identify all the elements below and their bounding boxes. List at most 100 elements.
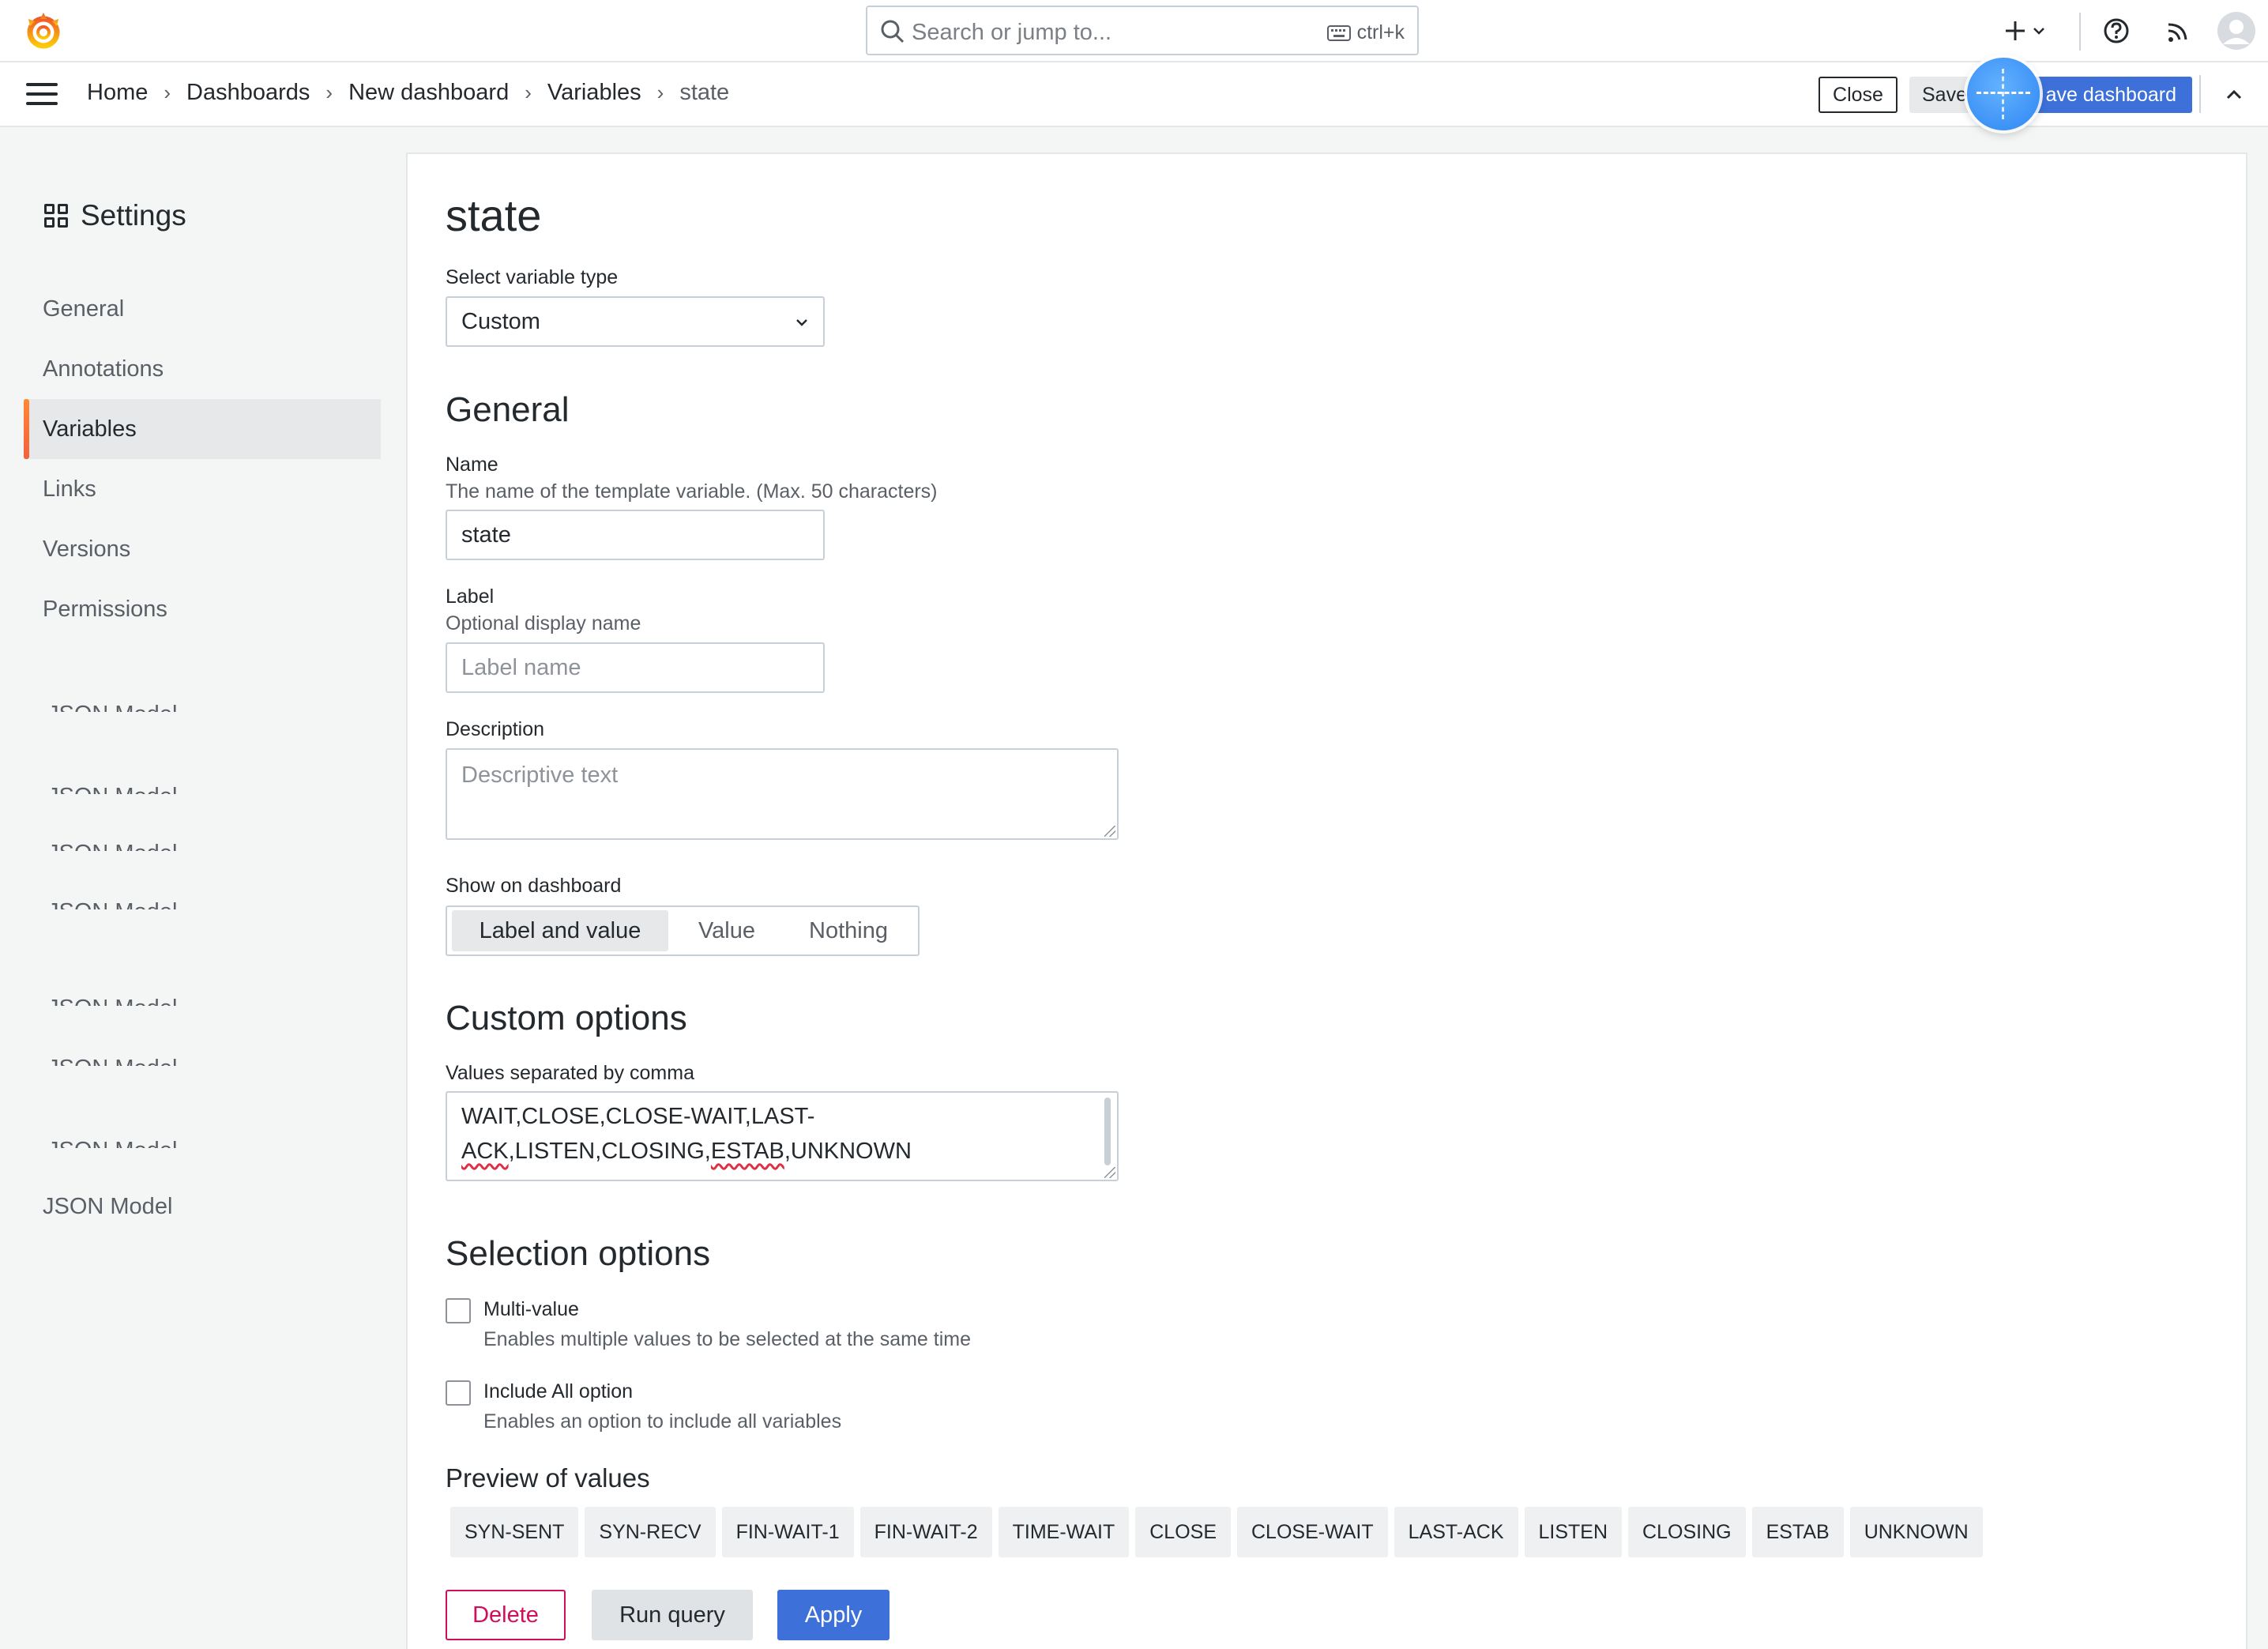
chevron-right-icon: › (164, 81, 171, 104)
new-menu-button[interactable] (2003, 11, 2059, 51)
ghost-label: JSON Model (47, 1052, 177, 1066)
sidebar-item-json-model[interactable]: JSON Model (24, 1177, 381, 1237)
breadcrumb: Home › Dashboards › New dashboard › Vari… (87, 80, 729, 106)
chevron-down-icon (2033, 28, 2044, 35)
sidebar-item-label: JSON Model (43, 1193, 173, 1219)
top-bar: Search or jump to... ctrl+k (0, 0, 2268, 62)
general-heading: General (446, 390, 570, 429)
divider (2199, 75, 2201, 113)
delete-button[interactable]: Delete (446, 1590, 566, 1640)
custom-options-heading: Custom options (446, 999, 687, 1037)
label-placeholder: Label name (461, 654, 581, 680)
keyboard-icon (1326, 24, 1351, 41)
textarea-scrollbar[interactable] (1104, 1097, 1111, 1165)
description-placeholder: Descriptive text (461, 762, 619, 788)
description-label: Description (446, 718, 545, 740)
multi-value-description: Enables multiple values to be selected a… (483, 1328, 972, 1350)
variable-type-select[interactable]: Custom (446, 296, 825, 347)
variable-type-label: Select variable type (446, 266, 619, 288)
sidebar-item-label: Links (43, 476, 96, 502)
include-all-label[interactable]: Include All option (483, 1380, 633, 1403)
label-input[interactable]: Label name (446, 642, 825, 693)
ghost-label: JSON Model (47, 896, 177, 909)
close-button[interactable]: Close (1819, 77, 1898, 113)
grafana-logo-icon[interactable] (22, 9, 65, 52)
help-icon[interactable] (2098, 11, 2134, 51)
name-value: state (461, 521, 511, 548)
preview-chip: CLOSE-WAIT (1237, 1507, 1388, 1557)
name-input[interactable]: state (446, 510, 825, 560)
run-query-button[interactable]: Run query (592, 1590, 753, 1640)
preview-chip: FIN-WAIT-1 (721, 1507, 854, 1557)
sidebar-item-general[interactable]: General (24, 279, 381, 339)
resize-handle-icon[interactable] (1104, 826, 1115, 837)
chevron-down-icon (796, 319, 807, 326)
sidebar-item-links[interactable]: Links (24, 459, 381, 519)
preview-chip: LAST-ACK (1394, 1507, 1518, 1557)
name-description: The name of the template variable. (Max.… (446, 480, 938, 503)
ghost-label: JSON Model (47, 992, 177, 1006)
option-nothing[interactable]: Nothing (784, 910, 913, 951)
variable-type-value: Custom (461, 308, 540, 334)
rss-icon[interactable] (2161, 11, 2197, 51)
sidebar-item-variables[interactable]: Variables (24, 399, 381, 459)
sidebar-item-permissions[interactable]: Permissions (24, 579, 381, 639)
chevron-up-icon[interactable] (2218, 83, 2250, 107)
values-line: WAIT,CLOSE,CLOSE-WAIT,LAST- (461, 1104, 815, 1129)
ghost-label: JSON Model (47, 838, 177, 851)
sidebar-item-annotations[interactable]: Annotations (24, 339, 381, 399)
breadcrumb-current: state (679, 80, 730, 105)
preview-chip: CLOSE (1135, 1507, 1231, 1557)
show-on-dashboard-label: Show on dashboard (446, 875, 622, 897)
breadcrumb-bar: Home › Dashboards › New dashboard › Vari… (0, 62, 2268, 127)
preview-chip: ESTAB (1751, 1507, 1844, 1557)
label-label: Label (446, 585, 495, 608)
search-icon (881, 20, 905, 43)
plus-icon (2006, 21, 2025, 40)
preview-chip: UNKNOWN (1849, 1507, 1983, 1557)
ghost-label: JSON Model (47, 1135, 177, 1148)
label-description: Optional display name (446, 612, 641, 634)
resize-handle-icon[interactable] (1104, 1167, 1115, 1178)
search-input[interactable]: Search or jump to... ctrl+k (866, 6, 1419, 55)
chevron-right-icon: › (325, 81, 333, 104)
breadcrumb-new-dashboard[interactable]: New dashboard (348, 80, 509, 106)
search-placeholder: Search or jump to... (912, 20, 1112, 45)
preview-chip: SYN-SENT (450, 1507, 579, 1557)
avatar[interactable] (2217, 11, 2256, 51)
ghost-label: JSON Model (47, 781, 177, 794)
chevron-right-icon: › (656, 81, 664, 104)
option-label-and-value[interactable]: Label and value (452, 910, 668, 951)
menu-icon[interactable] (26, 83, 58, 107)
description-textarea[interactable]: Descriptive text (446, 748, 1119, 840)
preview-chip: FIN-WAIT-2 (859, 1507, 992, 1557)
breadcrumb-variables[interactable]: Variables (547, 80, 641, 106)
settings-title: Settings (81, 199, 186, 232)
sidebar-item-label: Annotations (43, 356, 164, 382)
sidebar-item-versions[interactable]: Versions (24, 519, 381, 579)
values-textarea[interactable]: WAIT,CLOSE,CLOSE-WAIT,LAST- ACK,LISTEN,C… (446, 1091, 1119, 1181)
sidebar-item-label: Permissions (43, 596, 167, 622)
values-text: ,UNKNOWN (784, 1139, 912, 1164)
multi-value-checkbox[interactable] (446, 1298, 471, 1323)
divider (2079, 13, 2081, 51)
preview-chip: TIME-WAIT (998, 1507, 1130, 1557)
save-as-button[interactable]: Save (1909, 77, 1973, 113)
show-on-dashboard-radio-group: Label and value Value Nothing (446, 905, 920, 956)
sidebar-item-label: Versions (43, 536, 131, 562)
include-all-checkbox[interactable] (446, 1380, 471, 1406)
sidebar-item-label: General (43, 296, 125, 322)
spelling-flag: ACK (461, 1139, 509, 1164)
apps-grid-icon (44, 204, 68, 228)
multi-value-label[interactable]: Multi-value (483, 1298, 579, 1321)
breadcrumb-home[interactable]: Home (87, 80, 148, 106)
breadcrumb-dashboards[interactable]: Dashboards (186, 80, 310, 106)
ghost-label: JSON Model (47, 698, 177, 712)
preview-values: SYN-SENT SYN-RECV FIN-WAIT-1 FIN-WAIT-2 … (450, 1507, 1983, 1557)
apply-button[interactable]: Apply (777, 1590, 890, 1640)
preview-chip: CLOSING (1628, 1507, 1746, 1557)
search-shortcut: ctrl+k (1326, 21, 1405, 44)
preview-chip: LISTEN (1524, 1507, 1623, 1557)
option-value[interactable]: Value (673, 910, 780, 951)
page-title: state (446, 190, 542, 240)
